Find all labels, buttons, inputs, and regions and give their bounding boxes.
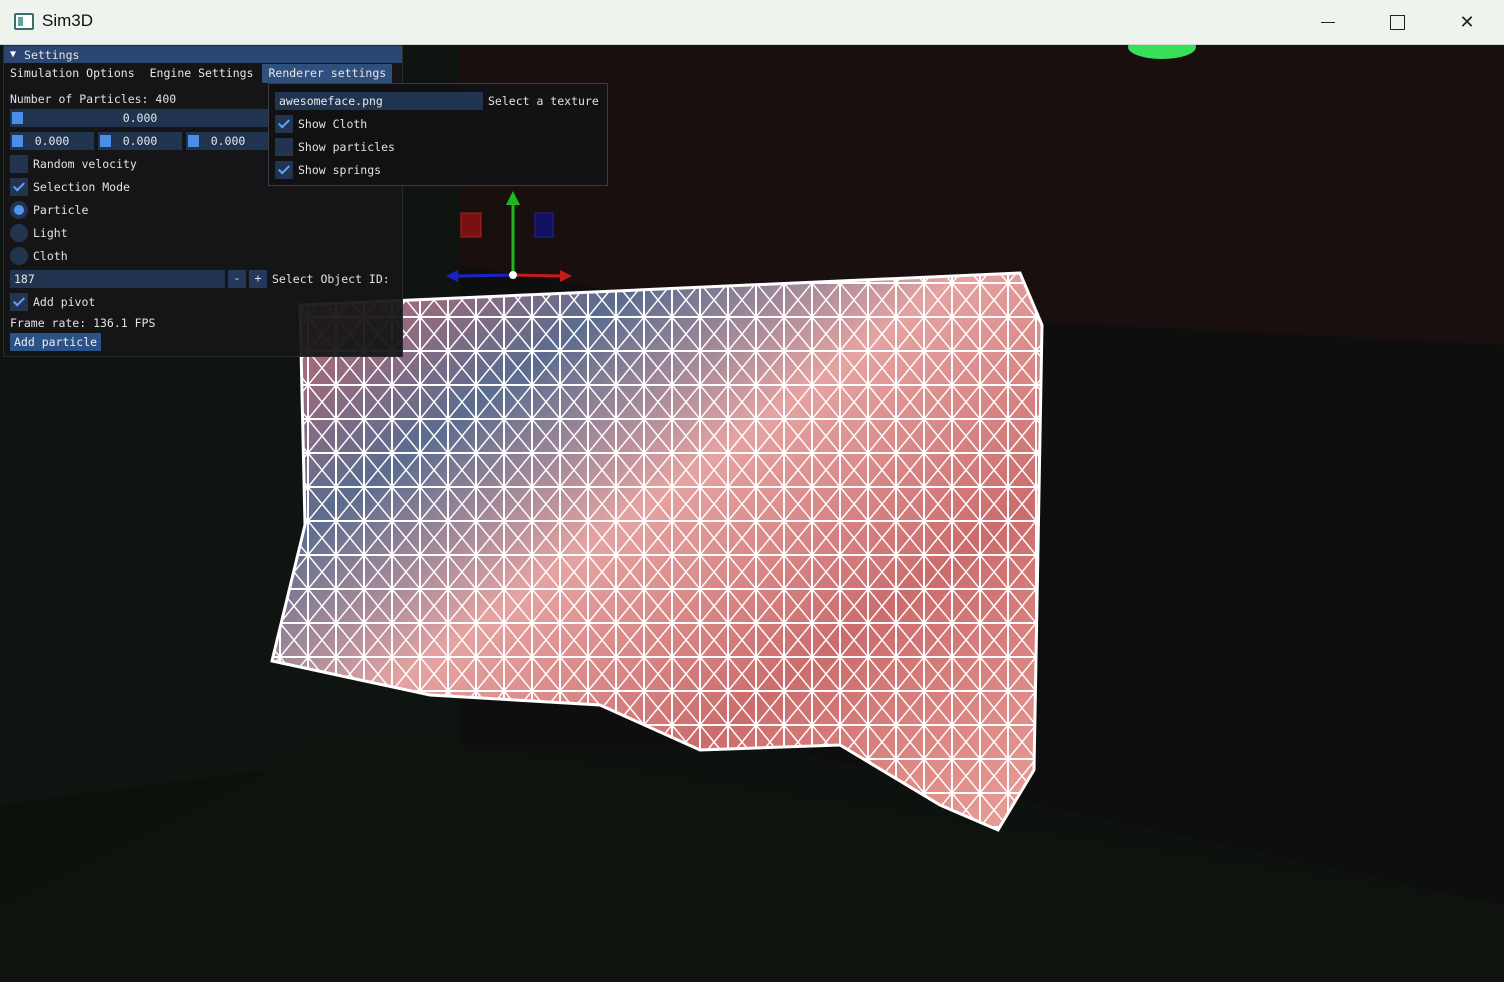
radio-particle-label: Particle [33, 203, 89, 217]
radio-particle-row[interactable]: Particle [10, 201, 88, 219]
show-particles-row[interactable]: Show particles [275, 138, 395, 156]
show-cloth-label: Show Cloth [298, 117, 368, 131]
object-id-input[interactable]: 187 [10, 270, 225, 288]
frame-rate-label: Frame rate: 136.1 FPS [10, 316, 156, 330]
decrement-button[interactable]: - [228, 270, 246, 288]
object-id-label: Select Object ID: [272, 272, 390, 286]
radio-light-row[interactable]: Light [10, 224, 68, 242]
window-title: Sim3D [42, 11, 94, 30]
main-slider-row: 0.000 [10, 109, 270, 127]
show-particles-label: Show particles [298, 140, 395, 154]
vector-row: 0.000 0.000 0.000 [10, 132, 270, 150]
tab-engine-settings[interactable]: Engine Settings [144, 64, 260, 83]
random-velocity-label: Random velocity [33, 157, 137, 171]
close-button[interactable]: ✕ [1432, 0, 1502, 44]
show-springs-checkbox[interactable] [275, 161, 293, 179]
texture-input[interactable]: awesomeface.png [275, 92, 483, 110]
radio-cloth-label: Cloth [33, 249, 68, 263]
tab-renderer-settings[interactable]: Renderer settings [262, 64, 393, 83]
show-cloth-checkbox[interactable] [275, 115, 293, 133]
particle-count-label: Number of Particles: 400 [10, 92, 177, 106]
tab-simulation-options[interactable]: Simulation Options [4, 64, 141, 83]
show-springs-row[interactable]: Show springs [275, 161, 381, 179]
show-cloth-row[interactable]: Show Cloth [275, 115, 367, 133]
texture-row: awesomeface.png Select a texture [275, 92, 599, 110]
radio-light[interactable] [10, 224, 28, 242]
maximize-button[interactable] [1362, 0, 1432, 44]
minimize-button[interactable] [1293, 0, 1363, 44]
add-pivot-checkbox[interactable] [10, 293, 28, 311]
show-springs-label: Show springs [298, 163, 382, 177]
minimize-icon [1321, 21, 1335, 23]
show-particles-checkbox[interactable] [275, 138, 293, 156]
vec-x-slider[interactable]: 0.000 [10, 132, 94, 150]
radio-particle[interactable] [10, 201, 28, 219]
vec-z-slider[interactable]: 0.000 [186, 132, 270, 150]
texture-label: Select a texture [488, 94, 599, 108]
add-particle-button[interactable]: Add particle [10, 333, 102, 351]
selection-mode-row[interactable]: Selection Mode [10, 178, 130, 196]
selection-mode-checkbox[interactable] [10, 178, 28, 196]
window-titlebar: Sim3D ✕ [0, 0, 1504, 45]
radio-cloth[interactable] [10, 247, 28, 265]
settings-tabs: Simulation Options Engine Settings Rende… [4, 64, 402, 83]
radio-cloth-row[interactable]: Cloth [10, 247, 68, 265]
vec-z-value: 0.000 [210, 134, 246, 148]
selection-mode-label: Selection Mode [33, 180, 130, 194]
renderer-settings-popup: awesomeface.png Select a texture Show Cl… [268, 83, 608, 186]
maximize-icon [1389, 14, 1405, 30]
close-icon: ✕ [1459, 11, 1475, 33]
settings-header[interactable]: ▼ Settings [4, 46, 402, 63]
main-slider[interactable]: 0.000 [10, 109, 270, 127]
vec-x-value: 0.000 [34, 134, 70, 148]
main-slider-value: 0.000 [122, 111, 158, 125]
add-pivot-label: Add pivot [33, 295, 96, 309]
random-velocity-row[interactable]: Random velocity [10, 155, 137, 173]
vec-y-slider[interactable]: 0.000 [98, 132, 182, 150]
collapse-triangle-icon[interactable]: ▼ [10, 49, 16, 60]
add-particle-row: Add particle [10, 333, 102, 351]
settings-title: Settings [24, 47, 80, 62]
increment-button[interactable]: + [249, 270, 267, 288]
vec-y-value: 0.000 [122, 134, 158, 148]
radio-light-label: Light [33, 226, 68, 240]
app-icon [14, 13, 34, 30]
random-velocity-checkbox[interactable] [10, 155, 28, 173]
add-pivot-row[interactable]: Add pivot [10, 293, 95, 311]
object-id-row: 187 - + Select Object ID: [10, 270, 390, 288]
